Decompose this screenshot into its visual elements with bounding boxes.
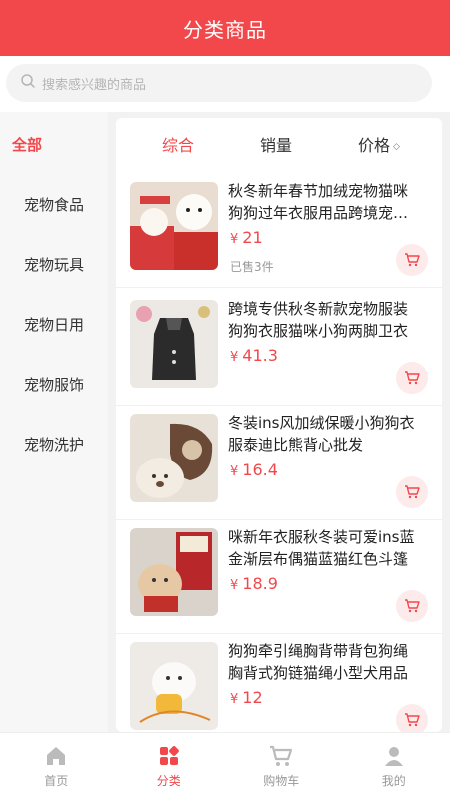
product-price: ¥41.3 <box>230 346 278 365</box>
tab-mine[interactable]: 我的 <box>338 733 450 800</box>
tab-cart-label: 购物车 <box>263 774 300 788</box>
sort-bar: 综合 销量 价格 ◇ <box>116 118 442 170</box>
category-icon <box>159 746 179 765</box>
product-price: ¥21 <box>230 228 263 247</box>
sidebar-item-pet-food[interactable]: 宠物食品 <box>0 174 108 234</box>
product-area: 综合 销量 价格◇ 秋冬新年春节加绒宠物猫咪狗狗过年衣服用品跨境宠物服装 ¥21… <box>108 112 450 732</box>
page-header: 分类商品 <box>0 0 450 56</box>
cart-icon <box>405 485 420 499</box>
product-item[interactable]: 咪新年衣服秋冬装可爱ins蓝金渐层布偶猫蓝猫红色斗篷 ¥18.9 <box>116 522 442 634</box>
tab-category[interactable]: 分类 <box>113 733 226 800</box>
user-icon <box>384 747 403 766</box>
sidebar-item-pet-clothing[interactable]: 宠物服饰 <box>0 354 108 414</box>
product-price: ¥12 <box>230 688 263 707</box>
price-value: 21 <box>242 228 263 247</box>
product-title: 咪新年衣服秋冬装可爱ins蓝金渐层布偶猫蓝猫红色斗篷 <box>228 528 415 568</box>
cart-icon <box>405 599 420 613</box>
search-icon <box>20 73 36 93</box>
product-price: ¥16.4 <box>230 460 278 479</box>
tab-mine-label: 我的 <box>381 774 406 788</box>
currency-symbol: ¥ <box>230 692 239 707</box>
sort-sales[interactable]: 销量 <box>260 132 292 156</box>
product-item[interactable]: 狗狗牵引绳胸背带背包狗绳胸背式狗链猫绳小型犬用品 ¥12 <box>116 636 442 732</box>
product-item[interactable]: 跨境专供秋冬新款宠物服装狗狗衣服猫咪小狗两脚卫衣 ¥41.3 <box>116 294 442 406</box>
currency-symbol: ¥ <box>230 578 239 593</box>
currency-symbol: ¥ <box>230 464 239 479</box>
cart-icon <box>405 713 420 727</box>
product-item[interactable]: 秋冬新年春节加绒宠物猫咪狗狗过年衣服用品跨境宠物服装 ¥21 已售3件 <box>116 176 442 288</box>
tab-category-label: 分类 <box>156 774 181 788</box>
sidebar-item-pet-daily[interactable]: 宠物日用 <box>0 294 108 354</box>
sidebar-item-pet-toys[interactable]: 宠物玩具 <box>0 234 108 294</box>
sort-price-label: 价格 <box>358 136 391 155</box>
search-input[interactable]: 搜索感兴趣的商品 <box>6 64 432 102</box>
product-title: 冬装ins风加绒保暖小狗狗衣服泰迪比熊背心批发 <box>228 414 415 454</box>
product-image <box>130 300 218 388</box>
add-to-cart-button[interactable] <box>396 244 428 276</box>
currency-symbol: ¥ <box>230 350 239 365</box>
search-placeholder: 搜索感兴趣的商品 <box>42 77 147 93</box>
tab-home[interactable]: 首页 <box>0 733 113 800</box>
cart-icon <box>270 745 293 766</box>
product-panel: 综合 销量 价格◇ 秋冬新年春节加绒宠物猫咪狗狗过年衣服用品跨境宠物服装 ¥21… <box>116 118 442 732</box>
product-title: 跨境专供秋冬新款宠物服装狗狗衣服猫咪小狗两脚卫衣 <box>228 300 409 340</box>
price-value: 16.4 <box>242 460 278 479</box>
price-value: 18.9 <box>242 574 278 593</box>
product-image <box>130 414 218 502</box>
product-title: 狗狗牵引绳胸背带背包狗绳胸背式狗链猫绳小型犬用品 <box>228 642 409 682</box>
product-title: 秋冬新年春节加绒宠物猫咪狗狗过年衣服用品跨境宠物服装 <box>228 182 409 222</box>
price-value: 12 <box>242 688 263 707</box>
product-image <box>130 528 218 616</box>
cart-icon <box>405 253 420 267</box>
sort-arrows-icon: ◇ <box>393 141 400 152</box>
page-title: 分类商品 <box>183 17 267 42</box>
sidebar-item-pet-grooming[interactable]: 宠物洗护 <box>0 414 108 474</box>
add-to-cart-button[interactable] <box>396 704 428 732</box>
search-bar: 搜索感兴趣的商品 <box>0 56 450 112</box>
tab-cart[interactable]: 购物车 <box>225 733 338 800</box>
sidebar-item-all[interactable]: 全部 <box>0 114 108 174</box>
bottom-tab-bar: 首页 分类 购物车 我的 <box>0 732 450 800</box>
product-image <box>130 182 218 270</box>
product-image <box>130 642 218 730</box>
sort-price[interactable]: 价格 ◇ <box>358 132 400 156</box>
add-to-cart-button[interactable] <box>396 590 428 622</box>
category-sidebar: 全部 宠物食品 宠物玩具 宠物日用 宠物服饰 宠物洗护 <box>0 112 108 732</box>
add-to-cart-button[interactable] <box>396 476 428 508</box>
cart-icon <box>405 371 420 385</box>
product-item[interactable]: 冬装ins风加绒保暖小狗狗衣服泰迪比熊背心批发 ¥16.4 <box>116 408 442 520</box>
sort-composite[interactable]: 综合 <box>162 132 194 156</box>
add-to-cart-button[interactable] <box>396 362 428 394</box>
tab-home-label: 首页 <box>44 774 69 788</box>
product-price: ¥18.9 <box>230 574 278 593</box>
home-icon <box>47 747 66 765</box>
sold-count: 已售3件 <box>230 260 274 274</box>
currency-symbol: ¥ <box>230 232 239 247</box>
price-value: 41.3 <box>242 346 278 365</box>
